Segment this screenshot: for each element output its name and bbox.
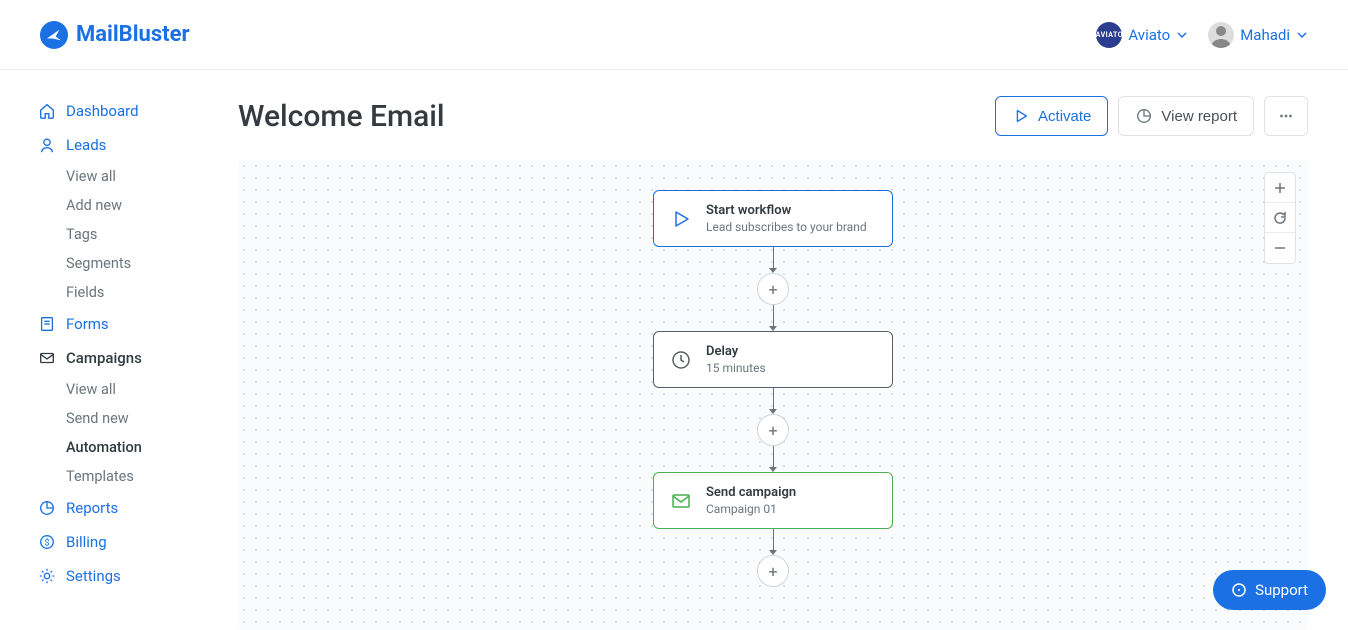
envelope-icon — [38, 349, 56, 367]
node-subtitle: 15 minutes — [706, 361, 766, 375]
sidebar-item-billing[interactable]: $ Billing — [38, 525, 238, 559]
page-head: Welcome Email Activate View report — [238, 96, 1308, 136]
sidebar-label: Dashboard — [66, 102, 139, 120]
node-subtitle: Lead subscribes to your brand — [706, 220, 867, 234]
sidebar-sub-fields[interactable]: Fields — [66, 278, 238, 307]
button-label: Activate — [1038, 108, 1091, 125]
user-icon — [38, 136, 56, 154]
sidebar-sub-camp-viewall[interactable]: View all — [66, 375, 238, 404]
play-icon — [670, 208, 692, 230]
home-icon — [38, 102, 56, 120]
activate-button[interactable]: Activate — [995, 96, 1108, 136]
play-icon — [1012, 107, 1030, 125]
header-right: AVIATO Aviato Mahadi — [1096, 22, 1308, 48]
more-button[interactable] — [1264, 96, 1308, 136]
main: Welcome Email Activate View report — [238, 70, 1348, 628]
sidebar-sub-camp-templates[interactable]: Templates — [66, 462, 238, 491]
sidebar: Dashboard Leads View all Add new Tags Se… — [0, 70, 238, 628]
campaigns-subitems: View all Send new Automation Templates — [38, 375, 238, 491]
org-switcher[interactable]: AVIATO Aviato — [1096, 22, 1188, 48]
logo-icon — [40, 21, 68, 49]
plus-icon — [1273, 181, 1287, 195]
sidebar-item-campaigns[interactable]: Campaigns — [38, 341, 238, 375]
sidebar-item-forms[interactable]: Forms — [38, 307, 238, 341]
sidebar-sub-tags[interactable]: Tags — [66, 220, 238, 249]
user-avatar — [1208, 22, 1234, 48]
node-delay[interactable]: Delay 15 minutes — [653, 331, 893, 388]
minus-icon — [1273, 241, 1287, 255]
sidebar-label: Settings — [66, 567, 121, 585]
node-title: Delay — [706, 344, 766, 359]
sidebar-sub-camp-sendnew[interactable]: Send new — [66, 404, 238, 433]
sidebar-item-leads[interactable]: Leads — [38, 128, 238, 162]
node-subtitle: Campaign 01 — [706, 502, 796, 516]
logo[interactable]: MailBluster — [40, 21, 190, 49]
page-actions: Activate View report — [995, 96, 1308, 136]
org-name: Aviato — [1128, 26, 1170, 44]
sidebar-label: Billing — [66, 533, 107, 551]
dots-icon — [1277, 107, 1295, 125]
sidebar-label: Reports — [66, 499, 118, 517]
add-step-button[interactable]: + — [757, 414, 789, 446]
node-title: Start workflow — [706, 203, 867, 218]
svg-text:$: $ — [44, 538, 49, 549]
org-avatar: AVIATO — [1096, 22, 1122, 48]
button-label: View report — [1161, 108, 1237, 125]
sidebar-sub-viewall[interactable]: View all — [66, 162, 238, 191]
envelope-icon — [670, 490, 692, 512]
refresh-icon — [1273, 211, 1287, 225]
chat-icon — [1231, 582, 1247, 598]
view-report-button[interactable]: View report — [1118, 96, 1254, 136]
leads-subitems: View all Add new Tags Segments Fields — [38, 162, 238, 307]
sidebar-item-reports[interactable]: Reports — [38, 491, 238, 525]
sidebar-label: Forms — [66, 315, 109, 333]
page-title: Welcome Email — [238, 99, 445, 134]
workflow-canvas[interactable]: Start workflow Lead subscribes to your b… — [238, 160, 1308, 630]
user-menu[interactable]: Mahadi — [1208, 22, 1308, 48]
flow: Start workflow Lead subscribes to your b… — [653, 190, 893, 587]
zoom-out-button[interactable] — [1265, 233, 1295, 263]
gear-icon — [38, 567, 56, 585]
node-start[interactable]: Start workflow Lead subscribes to your b… — [653, 190, 893, 247]
sidebar-label: Campaigns — [66, 349, 142, 367]
zoom-in-button[interactable] — [1265, 173, 1295, 203]
header: MailBluster AVIATO Aviato Mahadi — [0, 0, 1348, 70]
brand-name: MailBluster — [76, 22, 190, 47]
sidebar-sub-addnew[interactable]: Add new — [66, 191, 238, 220]
chart-icon — [38, 499, 56, 517]
dollar-icon: $ — [38, 533, 56, 551]
support-label: Support — [1255, 581, 1308, 599]
form-icon — [38, 315, 56, 333]
zoom-reset-button[interactable] — [1265, 203, 1295, 233]
zoom-controls — [1264, 172, 1296, 264]
user-name: Mahadi — [1240, 26, 1290, 44]
node-title: Send campaign — [706, 485, 796, 500]
sidebar-item-dashboard[interactable]: Dashboard — [38, 94, 238, 128]
clock-icon — [670, 349, 692, 371]
chevron-down-icon — [1296, 29, 1308, 41]
sidebar-label: Leads — [66, 136, 106, 154]
node-send[interactable]: Send campaign Campaign 01 — [653, 472, 893, 529]
report-icon — [1135, 107, 1153, 125]
chevron-down-icon — [1176, 29, 1188, 41]
add-step-button[interactable]: + — [757, 273, 789, 305]
sidebar-item-settings[interactable]: Settings — [38, 559, 238, 593]
add-step-button[interactable]: + — [757, 555, 789, 587]
sidebar-sub-segments[interactable]: Segments — [66, 249, 238, 278]
support-button[interactable]: Support — [1213, 570, 1326, 610]
sidebar-sub-camp-automation[interactable]: Automation — [66, 433, 238, 462]
